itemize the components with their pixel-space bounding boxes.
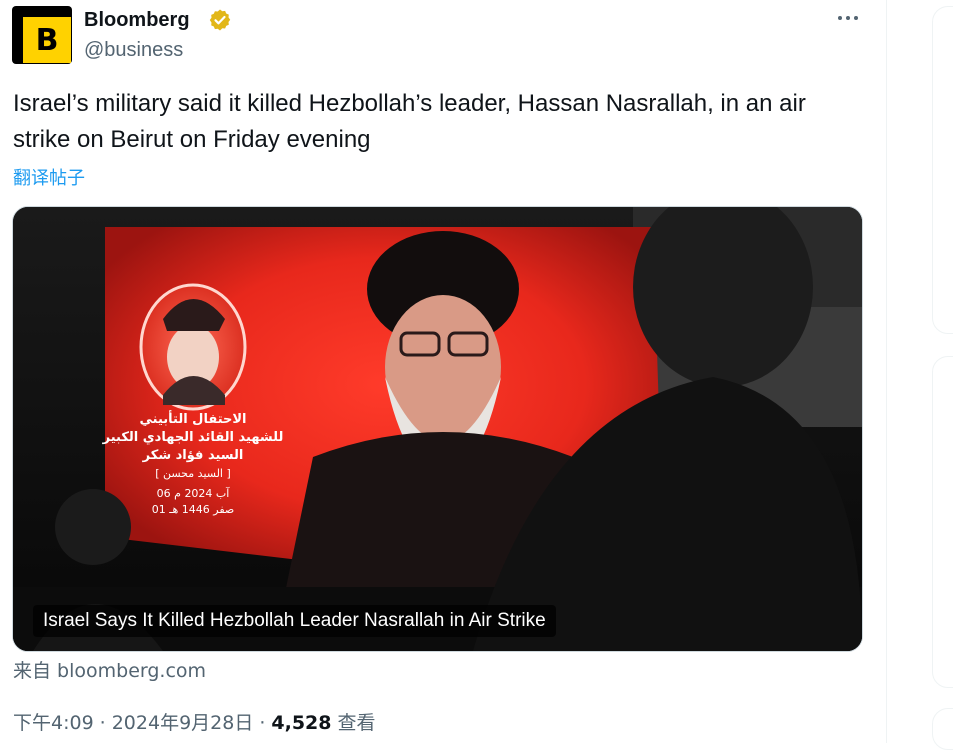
svg-text:01 صفر 1446 هـ: 01 صفر 1446 هـ bbox=[152, 503, 235, 516]
tweet-text: Israel’s military said it killed Hezboll… bbox=[13, 90, 806, 153]
views-count: 4,528 bbox=[271, 712, 332, 734]
meta-separator: · bbox=[99, 712, 106, 734]
more-dot bbox=[838, 16, 842, 20]
meta-separator: · bbox=[259, 712, 266, 734]
svg-text:الاحتفال التأبيني: الاحتفال التأبيني bbox=[139, 410, 246, 427]
link-card[interactable]: الاحتفال التأبيني للشهيد القائد الجهادي … bbox=[12, 206, 863, 652]
more-options-icon[interactable] bbox=[834, 6, 862, 30]
avatar[interactable]: B bbox=[12, 6, 72, 64]
views-label: 查看 bbox=[337, 712, 376, 734]
author-handle[interactable]: @business bbox=[84, 38, 183, 62]
avatar-logo: B bbox=[23, 17, 71, 63]
tweet-meta: 下午4:09 · 2024年9月28日 · 4,528 查看 bbox=[13, 708, 376, 735]
translate-post-link[interactable]: 翻译帖子 bbox=[13, 164, 85, 190]
sidebar-card bbox=[932, 6, 953, 334]
sidebar-card bbox=[932, 356, 953, 688]
news-photo: الاحتفال التأبيني للشهيد القائد الجهادي … bbox=[13, 207, 862, 651]
sidebar-card bbox=[932, 708, 953, 750]
more-dot bbox=[846, 16, 850, 20]
link-card-title: Israel Says It Killed Hezbollah Leader N… bbox=[33, 605, 556, 637]
tweet-date[interactable]: 2024年9月28日 bbox=[112, 708, 254, 735]
verified-badge-icon[interactable] bbox=[208, 8, 232, 32]
svg-text:[ السيد محسن ]: [ السيد محسن ] bbox=[155, 467, 231, 480]
link-card-source[interactable]: 来自 bloomberg.com bbox=[13, 656, 206, 683]
author-name[interactable]: Bloomberg bbox=[84, 8, 190, 32]
svg-text:السيد فؤاد شكر: السيد فؤاد شكر bbox=[142, 448, 244, 463]
tweet: B Bloomberg @business Israel’s military … bbox=[0, 0, 886, 743]
column-divider bbox=[886, 0, 887, 743]
more-dot bbox=[854, 16, 858, 20]
svg-text:06 آب 2024 م: 06 آب 2024 م bbox=[157, 486, 231, 500]
svg-text:للشهيد القائد الجهادي الكبير: للشهيد القائد الجهادي الكبير bbox=[102, 430, 284, 445]
avatar-letter: B bbox=[35, 22, 59, 58]
tweet-time[interactable]: 下午4:09 bbox=[13, 708, 94, 735]
